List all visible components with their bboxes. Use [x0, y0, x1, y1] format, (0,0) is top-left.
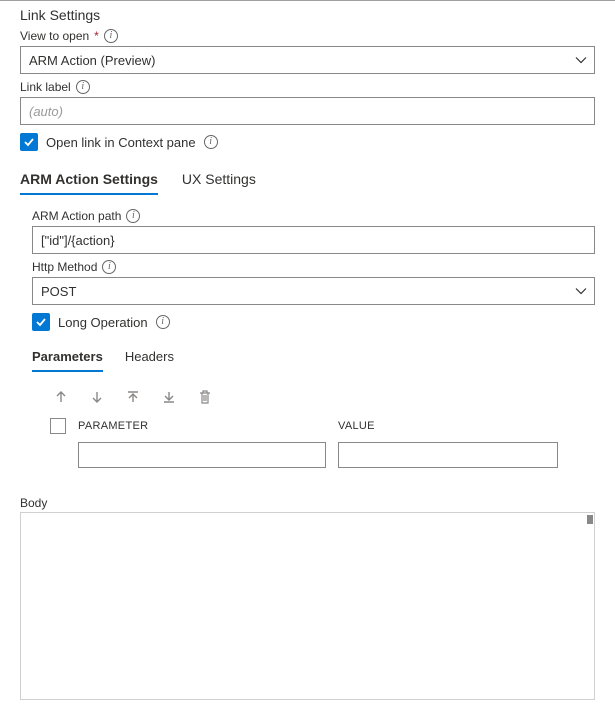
move-bottom-button[interactable] — [158, 386, 180, 408]
body-field: Body — [20, 496, 595, 700]
view-to-open-field: View to open * i — [20, 29, 595, 74]
link-label-input[interactable] — [20, 97, 595, 125]
info-icon[interactable]: i — [104, 29, 118, 43]
parameter-table: PARAMETER VALUE — [20, 418, 595, 468]
param-toolbar — [20, 372, 595, 418]
settings-tabs: ARM Action Settings UX Settings — [20, 167, 595, 195]
parameter-name-input[interactable] — [78, 442, 326, 468]
tab-ux-settings[interactable]: UX Settings — [182, 167, 256, 195]
open-context-checkbox[interactable] — [20, 133, 38, 151]
long-op-label: Long Operation — [58, 315, 148, 330]
body-textarea[interactable] — [21, 513, 594, 699]
info-icon[interactable]: i — [76, 80, 90, 94]
http-method-field: Http Method i — [32, 260, 595, 305]
info-icon[interactable]: i — [126, 209, 140, 223]
delete-button[interactable] — [194, 386, 216, 408]
info-icon[interactable]: i — [102, 260, 116, 274]
scrollbar-marker — [587, 515, 593, 524]
http-method-label: Http Method — [32, 260, 97, 274]
section-title: Link Settings — [20, 7, 595, 23]
move-top-button[interactable] — [122, 386, 144, 408]
arm-path-input[interactable] — [32, 226, 595, 254]
view-to-open-select[interactable] — [20, 46, 595, 74]
select-all-checkbox[interactable] — [50, 418, 66, 434]
open-context-row: Open link in Context pane i — [20, 133, 595, 151]
long-op-checkbox[interactable] — [32, 313, 50, 331]
move-down-button[interactable] — [86, 386, 108, 408]
long-op-row: Long Operation i — [32, 313, 595, 331]
info-icon[interactable]: i — [204, 135, 218, 149]
link-label-field: Link label i — [20, 80, 595, 125]
arm-path-label: ARM Action path — [32, 209, 121, 223]
info-icon[interactable]: i — [156, 315, 170, 329]
col-parameter: PARAMETER — [78, 420, 326, 432]
move-up-button[interactable] — [50, 386, 72, 408]
param-tabs: Parameters Headers — [20, 345, 595, 372]
body-label: Body — [20, 496, 47, 510]
col-value: VALUE — [338, 420, 595, 432]
view-to-open-label: View to open — [20, 29, 89, 43]
arm-path-field: ARM Action path i — [32, 209, 595, 254]
subtab-parameters[interactable]: Parameters — [32, 345, 103, 372]
link-label-label: Link label — [20, 80, 71, 94]
table-row — [50, 442, 595, 468]
subtab-headers[interactable]: Headers — [125, 345, 174, 372]
http-method-select[interactable] — [32, 277, 595, 305]
tab-arm-action-settings[interactable]: ARM Action Settings — [20, 167, 158, 195]
required-indicator: * — [94, 29, 99, 43]
open-context-label: Open link in Context pane — [46, 135, 196, 150]
parameter-value-input[interactable] — [338, 442, 558, 468]
